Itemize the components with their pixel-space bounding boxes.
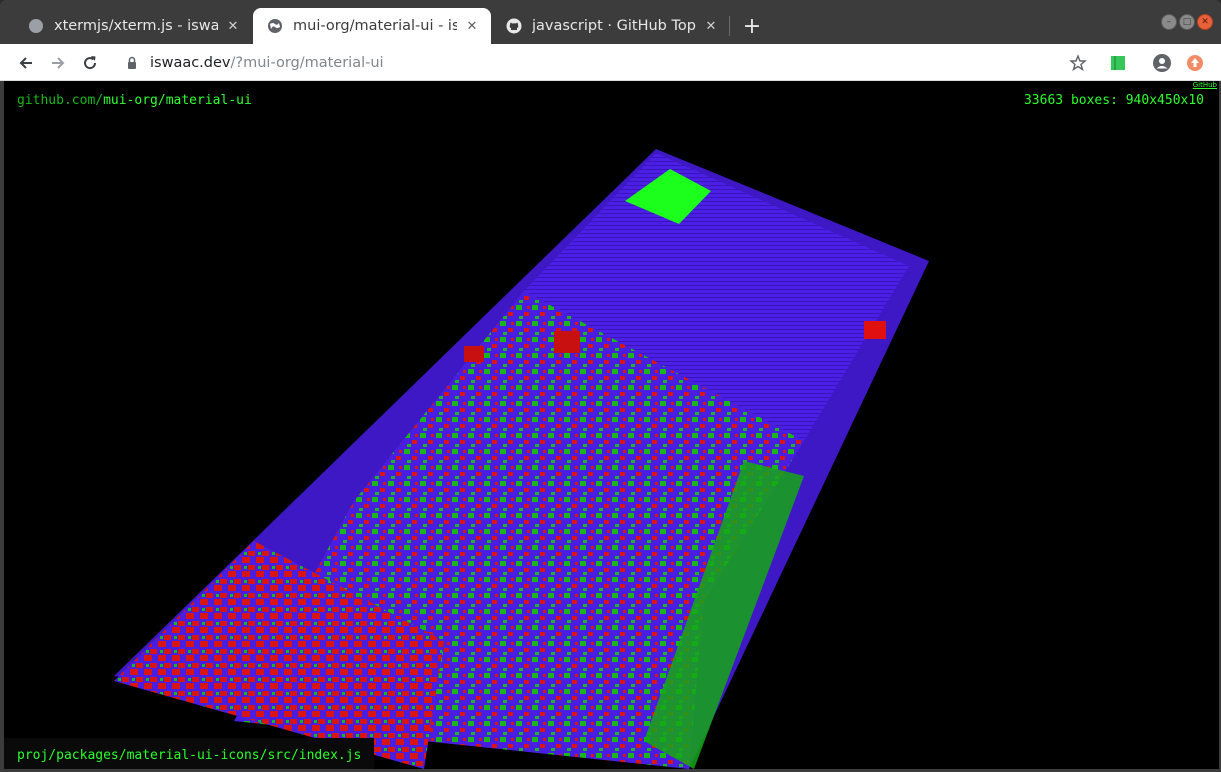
visualization-viewport[interactable]: github.com/mui-org/material-ui GitHub 33… (4, 81, 1219, 769)
reload-button[interactable] (76, 49, 104, 77)
red-box (554, 331, 580, 353)
tab-github-topics[interactable]: javascript · GitHub Topics ✕ (492, 8, 730, 44)
tab-xterm[interactable]: xtermjs/xterm.js - iswaac ✕ (14, 8, 252, 44)
tab-material-ui[interactable]: mui-org/material-ui - iswa ✕ (253, 8, 491, 44)
tab-title: xtermjs/xterm.js - iswaac (54, 18, 218, 34)
selected-file-path: proj/packages/material-ui-icons/src/inde… (4, 738, 375, 769)
back-button[interactable] (12, 49, 40, 77)
tab-separator (729, 16, 730, 36)
address-bar[interactable]: iswaac.dev/?mui-org/material-ui (116, 48, 1096, 77)
github-icon (506, 18, 522, 34)
bookmark-button[interactable] (1064, 49, 1092, 77)
star-icon (1069, 54, 1087, 72)
tab-title: mui-org/material-ui - iswa (293, 18, 457, 34)
profile-button[interactable] (1148, 49, 1176, 77)
url-path: /?mui-org/material-ui (230, 54, 384, 71)
repo-path: mui-org/material-ui (103, 93, 252, 108)
lock-icon[interactable] (124, 55, 140, 71)
extension-button[interactable] (1104, 49, 1132, 77)
github-link[interactable]: GitHub (1193, 81, 1217, 89)
toolbar: iswaac.dev/?mui-org/material-ui (0, 44, 1221, 81)
new-tab-button[interactable]: + (738, 12, 766, 40)
red-box (464, 346, 484, 362)
repo-link[interactable]: github.com/mui-org/material-ui (17, 93, 252, 108)
close-tab-icon[interactable]: ✕ (702, 17, 720, 35)
maximize-button[interactable]: □ (1179, 14, 1195, 30)
forward-button[interactable] (44, 49, 72, 77)
reload-icon (84, 56, 97, 70)
globe-icon (268, 19, 282, 33)
update-icon (1187, 55, 1203, 71)
arrow-right-icon (52, 57, 65, 69)
close-window-button[interactable]: ✕ (1197, 14, 1213, 30)
url-host: iswaac.dev (150, 54, 231, 71)
arrow-left-icon (19, 57, 32, 69)
update-button[interactable] (1181, 49, 1209, 77)
boxes-info: 33663 boxes: 940x450x10 (1023, 93, 1204, 108)
repo-host: github.com/ (17, 93, 104, 108)
account-icon (1153, 54, 1171, 72)
tab-strip: xtermjs/xterm.js - iswaac ✕ mui-org/mate… (0, 0, 1221, 44)
extension-icon (1111, 56, 1125, 70)
tab-title: javascript · GitHub Topics (532, 18, 696, 34)
box-visualization[interactable] (4, 81, 1219, 769)
red-box (864, 321, 886, 339)
minimize-button[interactable]: – (1161, 14, 1177, 30)
close-tab-icon[interactable]: ✕ (224, 17, 242, 35)
close-tab-icon[interactable]: ✕ (463, 17, 481, 35)
globe-icon (29, 19, 43, 33)
